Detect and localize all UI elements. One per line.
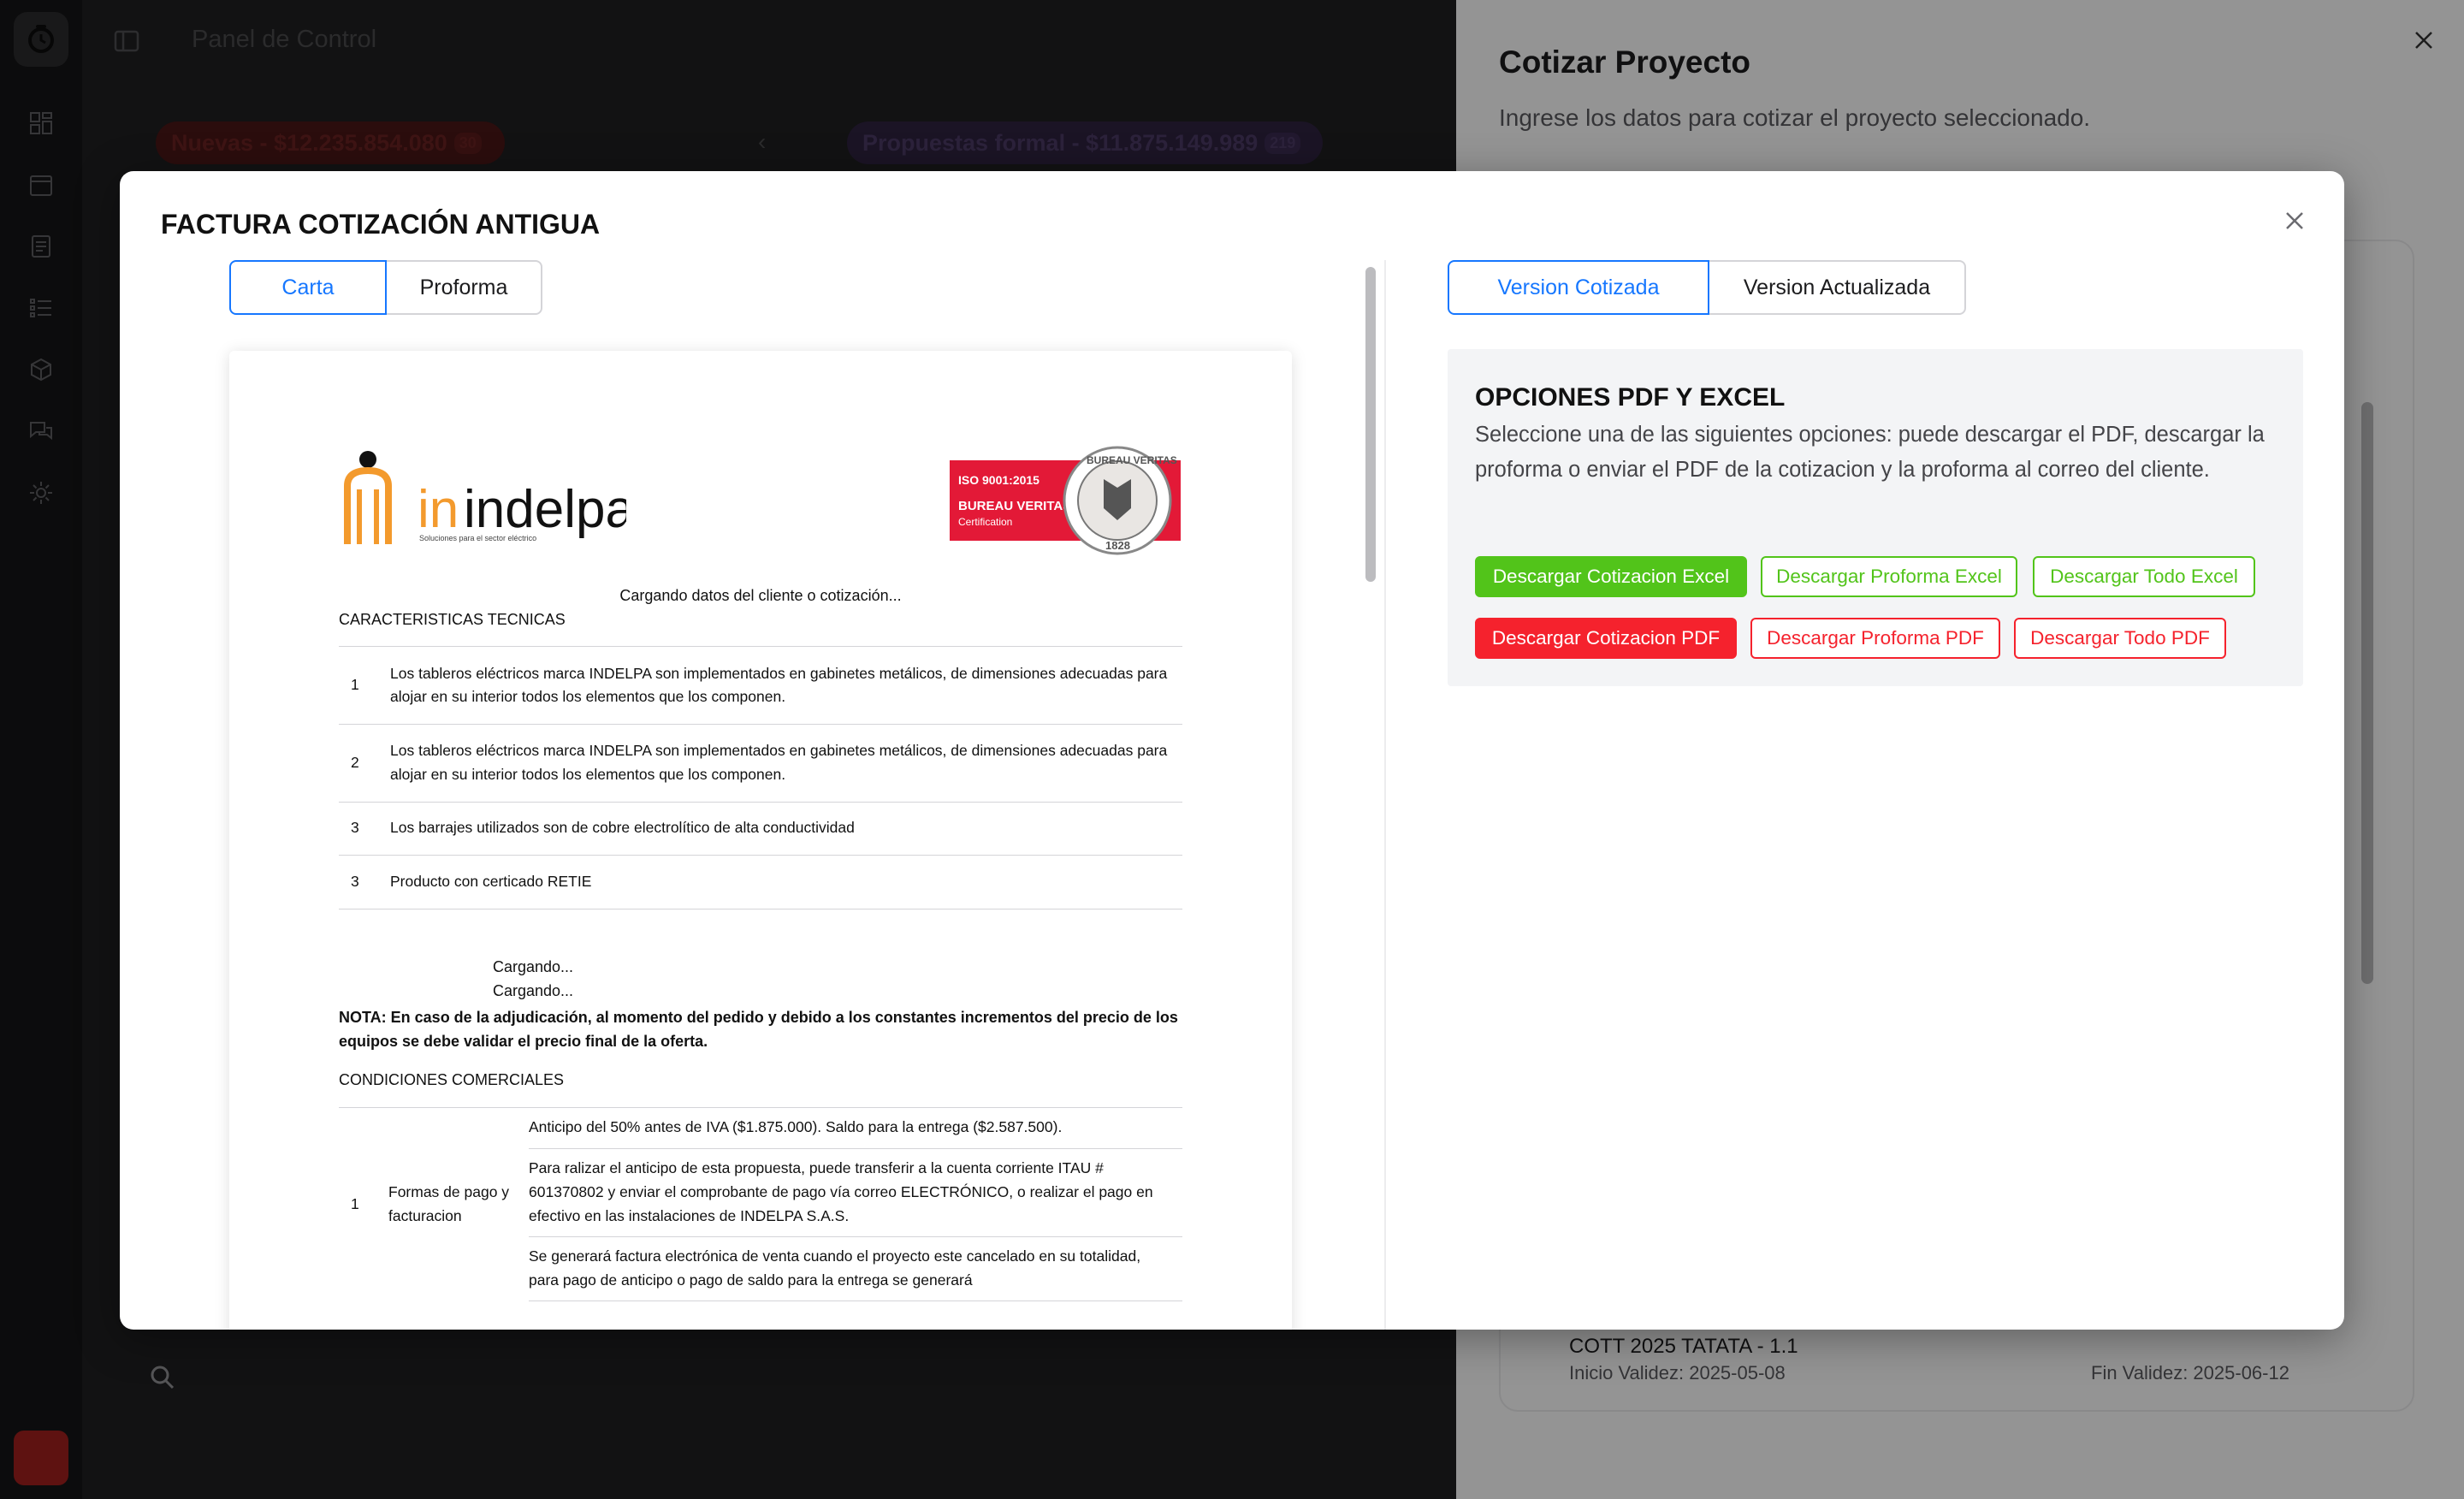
row-text: Los tableros eléctricos marca INDELPA so… <box>388 724 1182 803</box>
row-value: Para ralizar el anticipo de esta propues… <box>529 1148 1182 1237</box>
download-all-pdf-button[interactable]: Descargar Todo PDF <box>2014 618 2226 659</box>
pdf-excel-options: OPCIONES PDF Y EXCEL Seleccione una de l… <box>1448 349 2303 686</box>
logo-tagline: Soluciones para el sector eléctrico <box>419 534 536 542</box>
row-text: Los barrajes utilizados son de cobre ele… <box>388 802 1182 856</box>
loading-text: Cargando... <box>493 982 574 999</box>
commercial-table: 1 Formas de pago y facturacion Anticipo … <box>339 1107 1182 1301</box>
table-row: 2 Los tableros eléctricos marca INDELPA … <box>339 724 1182 803</box>
close-icon[interactable] <box>2279 205 2310 236</box>
table-row: 1 Formas de pago y facturacion Anticipo … <box>339 1107 1182 1224</box>
row-number: 3 <box>339 802 388 856</box>
row-text: Los tableros eléctricos marca INDELPA so… <box>388 647 1182 725</box>
cert-name: BUREAU VERITAS <box>958 499 1071 513</box>
commercial-heading: CONDICIONES COMERCIALES <box>339 1071 565 1088</box>
logo-wordmark: indelpa <box>464 480 626 539</box>
row-number: 1 <box>351 1195 359 1212</box>
seal-year: 1828 <box>1105 539 1130 552</box>
tech-table: 1 Los tableros eléctricos marca INDELPA … <box>339 647 1182 909</box>
download-quote-pdf-button[interactable]: Descargar Cotizacion PDF <box>1475 618 1737 659</box>
price-note: NOTA: En caso de la adjudicación, al mom… <box>339 1009 1178 1050</box>
cert-sub: Certification <box>958 516 1012 528</box>
tech-heading: CARACTERISTICAS TECNICAS <box>339 611 566 628</box>
table-row: 1 Los tableros eléctricos marca INDELPA … <box>339 647 1182 725</box>
logo-letter-in: in <box>418 480 459 539</box>
column-divider <box>1384 260 1386 1330</box>
client-loading-text: Cargando datos del cliente o cotización.… <box>619 587 902 604</box>
download-quote-excel-button[interactable]: Descargar Cotizacion Excel <box>1475 556 1747 597</box>
table-row: 3 Producto con certicado RETIE <box>339 855 1182 909</box>
tab-carta[interactable]: Carta <box>229 260 387 315</box>
table-row: 3 Los barrajes utilizados son de cobre e… <box>339 802 1182 856</box>
download-proforma-pdf-button[interactable]: Descargar Proforma PDF <box>1750 618 2000 659</box>
row-text: Producto con certicado RETIE <box>388 855 1182 909</box>
download-proforma-excel-button[interactable]: Descargar Proforma Excel <box>1761 556 2017 597</box>
tab-version-cotizada[interactable]: Version Cotizada <box>1448 260 1709 315</box>
download-all-excel-button[interactable]: Descargar Todo Excel <box>2033 556 2255 597</box>
cert-iso: ISO 9001:2015 <box>958 473 1040 487</box>
version-tabs: Version Cotizada Version Actualizada <box>1448 260 1966 315</box>
bureau-veritas-logo: ISO 9001:2015 BUREAU VERITAS Certificati… <box>950 446 1181 555</box>
format-tabs: Carta Proforma <box>229 260 542 315</box>
row-value: Se generará factura electrónica de venta… <box>529 1236 1182 1301</box>
preview-scrollbar[interactable] <box>1365 267 1376 582</box>
options-title: OPCIONES PDF Y EXCEL <box>1475 383 1786 412</box>
row-number: 1 <box>339 647 388 725</box>
row-number: 3 <box>339 855 388 909</box>
indelpa-logo: in indelpa Soluciones para el sector elé… <box>344 451 626 544</box>
options-description: Seleccione una de las siguientes opcione… <box>1475 423 2265 482</box>
loading-text: Cargando... <box>493 958 574 975</box>
seal-text: BUREAU VERITAS <box>1087 454 1177 466</box>
modal-title: FACTURA COTIZACIÓN ANTIGUA <box>161 209 601 240</box>
row-label: Formas de pago y facturacion <box>388 1183 510 1224</box>
row-number: 2 <box>339 724 388 803</box>
tab-proforma[interactable]: Proforma <box>385 260 542 315</box>
document-preview: in indelpa Soluciones para el sector elé… <box>229 351 1292 1330</box>
tab-version-actualizada[interactable]: Version Actualizada <box>1708 260 1966 315</box>
invoice-modal: FACTURA COTIZACIÓN ANTIGUA Carta Proform… <box>120 171 2344 1330</box>
row-value: Anticipo del 50% antes de IVA ($1.875.00… <box>529 1107 1182 1149</box>
